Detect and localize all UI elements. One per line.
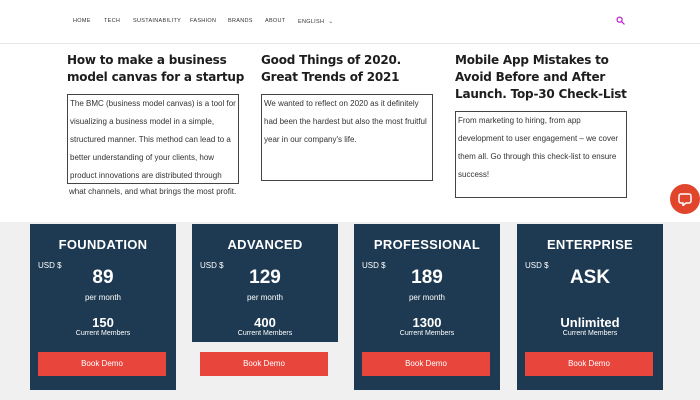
search-icon[interactable] <box>616 16 625 25</box>
article-title[interactable]: Good Things of 2020. Great Trends of 202… <box>261 52 441 86</box>
book-demo-button[interactable]: Book Demo <box>362 352 490 376</box>
nav-item-sustainability[interactable]: SUSTAINABILITY <box>133 18 181 24</box>
article-excerpt: The BMC (business model canvas) is a too… <box>67 94 239 184</box>
nav-item-about[interactable]: ABOUT <box>265 18 285 24</box>
nav-item-fashion[interactable]: FASHION <box>190 18 216 24</box>
article-excerpt-continued: what channels, and what brings the most … <box>69 187 237 196</box>
pricing-card-advanced: ADVANCED USD $ 129 per month 400 Current… <box>192 224 338 342</box>
article-excerpt: From marketing to hiring, from app devel… <box>455 111 627 198</box>
plan-price: 89 <box>92 267 114 288</box>
plan-price: 189 <box>411 267 443 288</box>
member-count: 1300 <box>412 315 442 330</box>
member-count-label: Current Members <box>237 330 293 337</box>
billing-period: per month <box>408 293 446 302</box>
article-card[interactable]: How to make a business model canvas for … <box>67 52 247 86</box>
chat-button[interactable] <box>670 184 700 214</box>
nav-item-brands[interactable]: BRANDS <box>228 18 253 24</box>
nav-item-home[interactable]: HOME <box>73 18 91 24</box>
book-demo-button[interactable]: Book Demo <box>525 352 653 376</box>
plan-name: ENTERPRISE <box>546 237 634 252</box>
article-card[interactable]: Mobile App Mistakes to Avoid Before and … <box>455 52 630 103</box>
chat-bubble-icon <box>678 193 692 206</box>
member-count-label: Current Members <box>75 330 131 337</box>
plan-name: PROFESSIONAL <box>373 237 481 252</box>
article-title[interactable]: Mobile App Mistakes to Avoid Before and … <box>455 52 630 103</box>
member-count: 150 <box>92 315 114 330</box>
member-count-label: Current Members <box>562 330 618 337</box>
language-label: ENGLISH <box>298 19 325 25</box>
member-count-label: Current Members <box>399 330 455 337</box>
article-card[interactable]: Good Things of 2020. Great Trends of 202… <box>261 52 441 86</box>
book-demo-button[interactable]: Book Demo <box>38 352 166 376</box>
chevron-down-icon: ⌄ <box>328 19 334 25</box>
billing-period: per month <box>84 293 122 302</box>
member-count: Unlimited <box>560 315 620 330</box>
top-nav: HOME TECH SUSTAINABILITY FASHION BRANDS … <box>0 0 700 44</box>
plan-name: ADVANCED <box>227 237 303 252</box>
plan-price: ASK <box>569 267 611 288</box>
billing-period: per month <box>246 293 284 302</box>
book-demo-button[interactable]: Book Demo <box>200 352 328 376</box>
plan-price: 129 <box>249 267 281 288</box>
article-excerpt: We wanted to reflect on 2020 as it defin… <box>261 94 433 181</box>
member-count: 400 <box>254 315 276 330</box>
nav-item-tech[interactable]: TECH <box>104 18 120 24</box>
article-title[interactable]: How to make a business model canvas for … <box>67 52 247 86</box>
language-selector[interactable]: ENGLISH ⌄ <box>298 18 334 25</box>
plan-name: FOUNDATION <box>58 237 148 252</box>
